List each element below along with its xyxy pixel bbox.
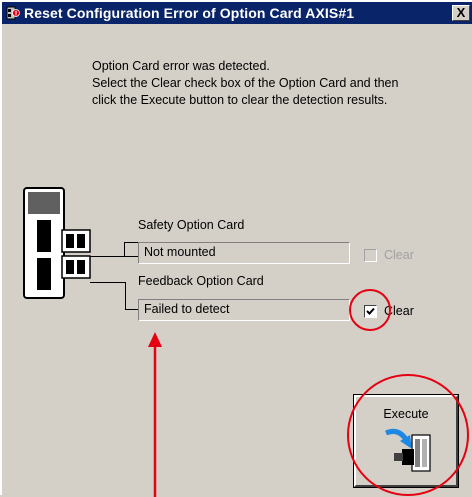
connector-line [90, 256, 140, 257]
safety-option-card-status-field: Not mounted [138, 242, 350, 264]
safety-option-card-label: Safety Option Card [138, 218, 245, 232]
execute-button[interactable]: Execute [353, 394, 459, 488]
feedback-clear-checkbox[interactable] [364, 305, 377, 318]
servo-drive-device-icon [23, 187, 91, 299]
window-title: Reset Configuration Error of Option Card… [24, 5, 355, 21]
feedback-option-card-status-field: Failed to detect [138, 299, 350, 321]
message-line: click the Execute button to clear the de… [92, 93, 388, 107]
close-button[interactable]: X [452, 5, 470, 21]
feedback-clear-label: Clear [384, 304, 414, 318]
connector-line [124, 242, 125, 256]
feedback-option-card-label: Feedback Option Card [138, 274, 264, 288]
checkmark-icon [366, 307, 375, 315]
safety-clear-checkbox[interactable] [364, 249, 377, 262]
instruction-message: Option Card error was detected. Select t… [92, 58, 452, 109]
reset-arrow-device-icon [385, 428, 431, 472]
device-error-icon [6, 6, 20, 20]
execute-button-label: Execute [383, 407, 429, 421]
message-line: Select the Clear check box of the Option… [92, 76, 399, 90]
connector-line [125, 282, 126, 310]
connector-line [90, 282, 126, 283]
dialog-window: Reset Configuration Error of Option Card… [0, 0, 472, 497]
safety-clear-label: Clear [384, 248, 414, 262]
message-line: Option Card error was detected. [92, 59, 270, 73]
close-icon: X [456, 5, 466, 20]
title-bar: Reset Configuration Error of Option Card… [2, 2, 472, 24]
